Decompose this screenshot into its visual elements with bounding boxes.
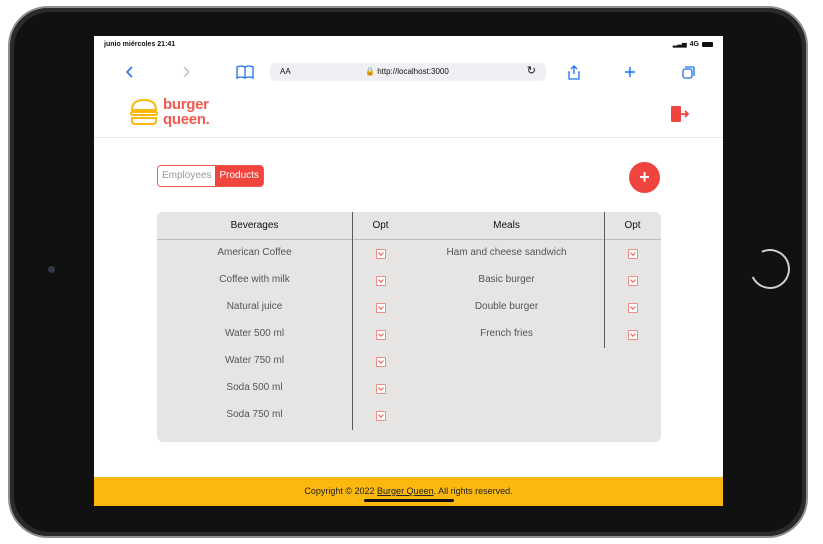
dropdown-icon[interactable] [376, 276, 386, 286]
share-icon[interactable] [564, 58, 584, 86]
dropdown-icon[interactable] [376, 249, 386, 259]
status-time: junio miércoles 21:41 [104, 41, 176, 48]
tabs-icon[interactable] [678, 58, 698, 86]
beverages-divider [352, 212, 353, 430]
dropdown-icon[interactable] [376, 303, 386, 313]
header-divider [157, 239, 661, 240]
dropdown-icon[interactable] [628, 276, 638, 286]
copyright-prefix: Copyright © 2022 [304, 486, 378, 496]
meals-header: Meals [493, 220, 520, 231]
beverage-cell: Soda 500 ml [226, 382, 283, 393]
reload-icon[interactable]: ↻ [527, 64, 536, 77]
view-switcher: Employees Products [157, 165, 264, 187]
address-bar[interactable]: AA 🔒 http://localhost:3000 ↻ [270, 63, 546, 81]
dropdown-icon[interactable] [628, 249, 638, 259]
url-text: http://localhost:3000 [377, 67, 449, 76]
signal-icon: ▂▃▅ [672, 42, 687, 48]
logout-icon[interactable] [670, 105, 690, 123]
camera-icon [48, 266, 55, 273]
beverage-cell: Natural juice [226, 301, 283, 312]
beverage-cell: Soda 750 ml [226, 409, 283, 420]
beverages-opt-header: Opt [372, 220, 389, 231]
back-icon[interactable] [120, 58, 140, 86]
beverage-cell: Water 500 ml [224, 328, 285, 339]
beverage-cell: American Coffee [217, 247, 292, 258]
copyright-brand[interactable]: Burger Queen [377, 486, 434, 496]
meal-cell: French fries [480, 328, 533, 339]
beverage-cell: Coffee with milk [219, 274, 290, 285]
add-product-button[interactable]: + [629, 162, 660, 193]
battery-icon [702, 42, 713, 47]
meals-divider [604, 212, 605, 348]
copyright-suffix: . All rights reserved. [433, 486, 513, 496]
bookmarks-icon[interactable] [234, 58, 256, 86]
text-size-button[interactable]: AA [280, 67, 291, 76]
dropdown-icon[interactable] [628, 303, 638, 313]
network-label: 4G [689, 41, 699, 48]
dropdown-icon[interactable] [376, 384, 386, 394]
dropdown-icon[interactable] [376, 411, 386, 421]
dropdown-icon[interactable] [628, 330, 638, 340]
products-table: Beverages Opt Meals Opt American Coffee … [157, 212, 661, 442]
tab-employees[interactable]: Employees [158, 166, 216, 186]
browser-toolbar: AA 🔒 http://localhost:3000 ↻ [94, 58, 723, 86]
burger-logo-icon [130, 98, 158, 125]
status-indicators: ▂▃▅ 4G [673, 41, 713, 48]
address-url: 🔒 http://localhost:3000 [365, 67, 449, 76]
meal-cell: Ham and cheese sandwich [446, 247, 567, 258]
beverages-header: Beverages [230, 220, 279, 231]
status-bar: junio miércoles 21:41 ▂▃▅ 4G [94, 36, 723, 52]
tab-products[interactable]: Products [215, 166, 263, 186]
brand-line-1: burger [163, 96, 209, 113]
meal-cell: Double burger [474, 301, 539, 312]
brand-line-2: queen. [163, 111, 210, 128]
meal-cell: Basic burger [478, 274, 535, 285]
meals-opt-header: Opt [624, 220, 641, 231]
app-header: burger queen. [94, 89, 723, 138]
beverage-cell: Water 750 ml [224, 355, 285, 366]
dropdown-icon[interactable] [376, 330, 386, 340]
brand-name: burger queen. [163, 97, 210, 127]
brand-logo[interactable]: burger queen. [129, 97, 210, 127]
dropdown-icon[interactable] [376, 357, 386, 367]
home-indicator[interactable] [364, 499, 454, 502]
screen: junio miércoles 21:41 ▂▃▅ 4G AA 🔒 http:/… [94, 36, 723, 506]
lock-icon: 🔒 [365, 67, 375, 76]
forward-icon[interactable] [176, 58, 196, 86]
new-tab-icon[interactable] [620, 58, 640, 86]
